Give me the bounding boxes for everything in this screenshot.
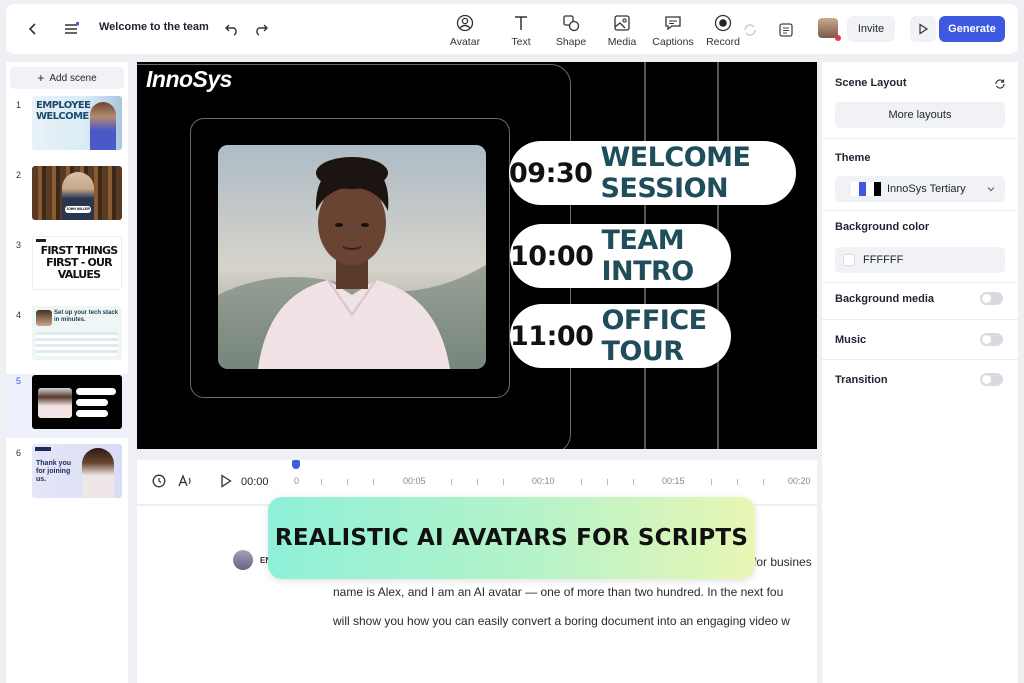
thumb-table xyxy=(36,332,118,356)
captions-icon xyxy=(665,16,681,31)
scene-item-4[interactable]: 4 Set up your tech stack in minutes. xyxy=(6,306,128,368)
transition-toggle[interactable] xyxy=(980,373,1003,386)
music-toggle[interactable] xyxy=(980,333,1003,346)
tick xyxy=(477,479,478,485)
top-toolbar: Welcome to the team Avatar Text Shape Me… xyxy=(6,4,1018,54)
scene-layout-label: Scene Layout xyxy=(835,77,907,89)
plus-icon: + xyxy=(37,71,45,85)
current-time: 00:00 xyxy=(241,476,269,488)
presenter-image xyxy=(90,102,116,150)
avatar-video[interactable] xyxy=(218,145,486,369)
scene-item-3[interactable]: 3 FIRST THINGS FIRST - OUR VALUES xyxy=(6,236,128,298)
color-swatch xyxy=(843,254,855,266)
undo-icon[interactable] xyxy=(220,17,244,41)
document-title[interactable]: Welcome to the team xyxy=(99,21,209,33)
scene-thumbnail: Thank you for joining us. xyxy=(32,444,122,498)
transition-label: Transition xyxy=(835,374,888,386)
agenda-item-1[interactable]: 09:30 WELCOME SESSION xyxy=(509,141,796,205)
tool-shape[interactable]: Shape xyxy=(543,14,599,48)
tick xyxy=(503,479,504,485)
scene-thumbnail: Set up your tech stack in minutes. xyxy=(32,306,122,360)
sync-icon xyxy=(738,18,762,42)
presenter-image xyxy=(36,310,52,326)
tick xyxy=(763,479,764,485)
scene-thumbnail: JOHN MILLER xyxy=(32,166,122,220)
more-layouts-button[interactable]: More layouts xyxy=(835,102,1005,128)
background-color-label: Background color xyxy=(835,221,930,233)
record-icon xyxy=(714,14,732,32)
music-label: Music xyxy=(835,334,867,346)
tick xyxy=(321,479,322,485)
tick xyxy=(711,479,712,485)
tick xyxy=(373,479,374,485)
properties-panel: Scene Layout More layouts Theme InnoSys … xyxy=(822,62,1018,683)
brand-logo[interactable]: InnoSys xyxy=(146,66,232,93)
scene-thumbnail xyxy=(32,375,122,429)
tool-captions[interactable]: Captions xyxy=(645,14,701,48)
preview-play-button[interactable] xyxy=(910,16,936,42)
generate-button[interactable]: Generate xyxy=(939,16,1005,42)
user-avatar[interactable] xyxy=(818,18,841,41)
thumb-pill xyxy=(76,410,108,417)
avatar-icon xyxy=(456,14,474,32)
scene-thumbnail: FIRST THINGS FIRST - OUR VALUES xyxy=(32,236,122,290)
speaker-avatar[interactable] xyxy=(233,550,253,570)
clock-icon[interactable] xyxy=(152,474,166,493)
tool-text[interactable]: Text xyxy=(493,14,549,48)
play-icon xyxy=(919,23,929,35)
redo-icon[interactable] xyxy=(249,17,273,41)
promo-banner: REALISTIC AI AVATARS FOR SCRIPTS xyxy=(268,497,755,579)
tool-media[interactable]: Media xyxy=(594,14,650,48)
presenter-image xyxy=(38,388,72,418)
agenda-item-2[interactable]: 10:00 TEAM INTRO xyxy=(510,224,731,288)
tick xyxy=(451,479,452,485)
background-color-field[interactable]: FFFFFF xyxy=(835,247,1005,273)
thumb-logo xyxy=(36,239,46,242)
menu-icon[interactable] xyxy=(59,17,83,41)
shape-icon xyxy=(563,15,580,32)
background-media-toggle[interactable] xyxy=(980,292,1003,305)
voice-icon[interactable] xyxy=(177,474,193,493)
playhead[interactable] xyxy=(292,460,300,469)
thumb-pill xyxy=(76,399,108,406)
background-media-label: Background media xyxy=(835,293,935,305)
refresh-icon[interactable] xyxy=(994,77,1006,95)
scene-item-1[interactable]: 1 EMPLOYEE WELCOME xyxy=(6,96,128,158)
script-line-2[interactable]: name is Alex, and I am an AI avatar — on… xyxy=(333,585,783,599)
tick xyxy=(737,479,738,485)
thumb-pill xyxy=(76,388,116,395)
scene-item-6[interactable]: 6 Thank you for joining us. xyxy=(6,444,128,506)
presenter-image xyxy=(82,448,114,498)
script-line-1[interactable]: for busines xyxy=(753,555,812,569)
media-icon xyxy=(614,15,630,31)
scene-thumbnail: EMPLOYEE WELCOME xyxy=(32,96,122,150)
tick xyxy=(633,479,634,485)
scene-canvas[interactable]: InnoSys 09:30 WELCOME SESSION 10:00 TEAM… xyxy=(137,62,817,449)
tick xyxy=(607,479,608,485)
scene-panel: + Add scene 1 EMPLOYEE WELCOME 2 JOHN MI… xyxy=(6,62,128,683)
thumb-logo xyxy=(35,447,51,451)
invite-button[interactable]: Invite xyxy=(847,16,895,42)
tick xyxy=(347,479,348,485)
script-line-3[interactable]: will show you how you can easily convert… xyxy=(333,614,790,628)
scene-item-2[interactable]: 2 JOHN MILLER xyxy=(6,166,128,228)
theme-swatch xyxy=(851,182,881,196)
back-icon[interactable] xyxy=(21,17,45,41)
timeline-play-icon[interactable] xyxy=(220,474,232,493)
scene-item-5[interactable]: 5 xyxy=(6,374,128,438)
theme-label: Theme xyxy=(835,152,871,164)
chevron-down-icon xyxy=(987,184,995,196)
tick xyxy=(581,479,582,485)
presenter-illustration xyxy=(218,145,486,369)
notes-icon[interactable] xyxy=(774,18,798,42)
text-icon xyxy=(515,16,527,30)
tool-avatar[interactable]: Avatar xyxy=(437,14,493,48)
theme-select[interactable]: InnoSys Tertiary xyxy=(835,176,1005,202)
add-scene-button[interactable]: + Add scene xyxy=(10,67,124,89)
agenda-item-3[interactable]: 11:00 OFFICE TOUR xyxy=(510,304,731,368)
